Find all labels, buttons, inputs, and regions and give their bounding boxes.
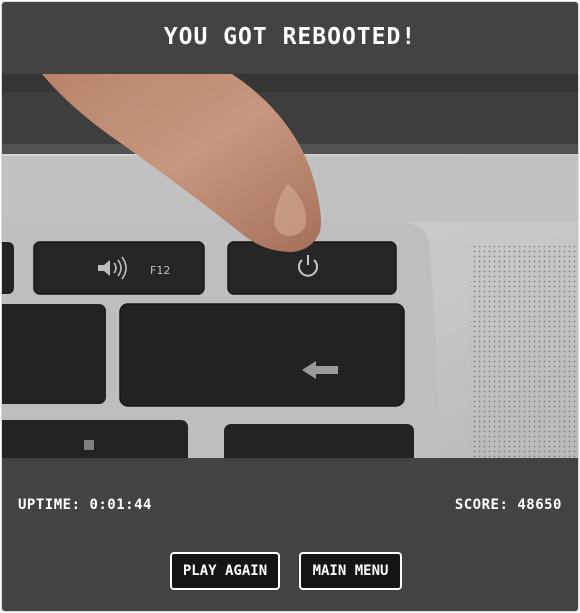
score-stat: SCORE: 48650 bbox=[455, 497, 562, 513]
uptime-value: 0:01:44 bbox=[89, 497, 152, 513]
game-over-panel: YOU GOT REBOOTED! F12 UPTIME: 0:01:44 SC… bbox=[1, 1, 579, 612]
game-over-title: YOU GOT REBOOTED! bbox=[163, 24, 417, 50]
score-value: 48650 bbox=[517, 497, 562, 513]
play-again-button[interactable]: PLAY AGAIN bbox=[170, 552, 280, 590]
uptime-label: UPTIME: bbox=[18, 497, 81, 513]
main-menu-button[interactable]: MAIN MENU bbox=[299, 552, 402, 590]
score-label: SCORE: bbox=[454, 497, 509, 513]
uptime-stat: UPTIME: 0:01:44 bbox=[18, 497, 152, 513]
reboot-photo: F12 bbox=[2, 74, 578, 458]
